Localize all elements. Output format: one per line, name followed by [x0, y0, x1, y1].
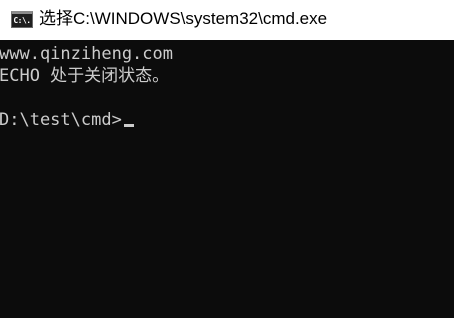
- title-bar[interactable]: C:\. 选择C:\WINDOWS\system32\cmd.exe: [0, 0, 454, 40]
- console-output[interactable]: www.qinziheng.com ECHO 处于关闭状态。 D:\test\c…: [0, 40, 454, 318]
- window-title: 选择C:\WINDOWS\system32\cmd.exe: [39, 9, 328, 28]
- cmd-icon[interactable]: C:\.: [11, 11, 33, 28]
- console-line: www.qinziheng.com: [0, 44, 173, 64]
- command-prompt: D:\test\cmd>: [0, 110, 122, 130]
- text-cursor: [123, 124, 134, 127]
- cmd-icon-label: C:\.: [13, 15, 31, 25]
- command-prompt-line[interactable]: D:\test\cmd>: [0, 109, 454, 131]
- cmd-window: C:\. 选择C:\WINDOWS\system32\cmd.exe www.q…: [0, 0, 454, 318]
- console-line: ECHO 处于关闭状态。: [0, 66, 170, 86]
- console-line-blank: [0, 87, 454, 109]
